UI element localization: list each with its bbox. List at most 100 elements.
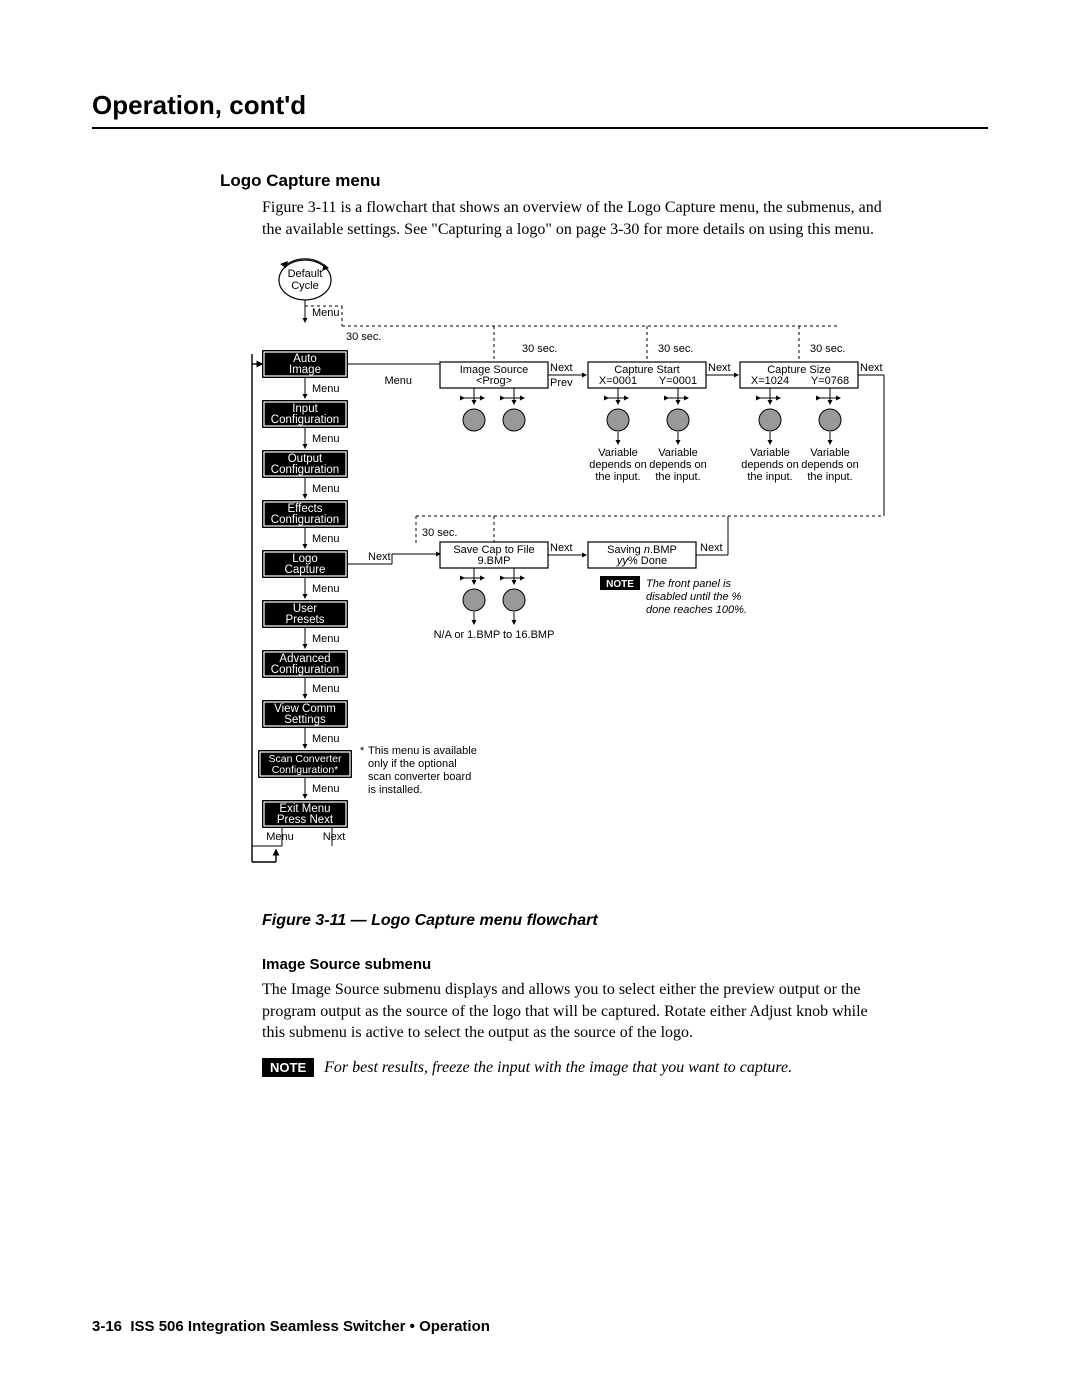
svg-text:Menu: Menu [312,533,340,545]
note-row: NOTE For best results, freeze the input … [262,1058,902,1079]
svg-text:only if the optional: only if the optional [368,758,457,770]
note-badge: NOTE [262,1058,314,1077]
default-cycle-l1: Default [288,268,323,280]
svg-text:Y=0768: Y=0768 [811,375,849,387]
svg-text:This menu is available: This menu is available [368,745,477,757]
svg-text:Capture: Capture [285,564,326,576]
menu-effects-config: Effects Configuration [262,500,348,528]
header-rule [92,127,988,129]
svg-text:*: * [360,745,365,757]
panel-note: NOTE The front panel is disabled until t… [600,576,747,616]
page-header-title: Operation, cont'd [92,90,988,121]
svg-text:<Prog>: <Prog> [476,375,512,387]
svg-text:the input.: the input. [807,471,852,483]
svg-text:Next: Next [700,542,723,554]
svg-text:30 sec.: 30 sec. [422,527,457,539]
subsection-heading: Image Source submenu [262,956,988,973]
svg-text:Image: Image [289,364,321,376]
knob-pair-1 [463,388,525,431]
svg-text:the input.: the input. [595,471,640,483]
knob-pair-3 [759,388,841,444]
svg-text:Next: Next [550,362,573,374]
svg-text:Menu: Menu [312,733,340,745]
menu-scan-converter: Scan Converter Configuration* [258,750,352,778]
svg-text:Variable: Variable [658,447,698,459]
flowchart-figure: Default Cycle Menu 30 sec. [172,254,988,894]
footer-title: ISS 506 Integration Seamless Switcher • … [130,1318,490,1335]
page-number: 3-16 [92,1318,122,1335]
sub-image-source: Image Source <Prog> [440,362,548,388]
svg-text:the input.: the input. [747,471,792,483]
menu-advanced-config: Advanced Configuration [262,650,348,678]
section-heading: Logo Capture menu [220,171,988,191]
svg-text:Configuration: Configuration [271,464,339,476]
svg-text:disabled until the %: disabled until the % [646,591,742,603]
svg-text:30 sec.: 30 sec. [810,343,845,355]
svg-text:is installed.: is installed. [368,784,422,796]
svg-text:yy% Done: yy% Done [616,555,667,567]
menu-output-config: Output Configuration [262,450,348,478]
svg-text:Menu: Menu [312,483,340,495]
menu-input-config: Input Configuration [262,400,348,428]
svg-text:Press Next: Press Next [277,814,334,826]
svg-text:depends on: depends on [589,459,647,471]
svg-text:Menu: Menu [266,831,294,843]
svg-text:The front panel is: The front panel is [646,578,731,590]
svg-text:30 sec.: 30 sec. [522,343,557,355]
svg-text:depends on: depends on [741,459,799,471]
svg-text:Next: Next [323,831,346,843]
figure-caption: Figure 3-11 — Logo Capture menu flowchar… [262,912,988,930]
svg-text:Menu: Menu [312,783,340,795]
bmp-note: N/A or 1.BMP to 16.BMP [434,629,555,641]
menu-user-presets: User Presets [262,600,348,628]
svg-text:Menu: Menu [384,375,412,387]
svg-text:depends on: depends on [649,459,707,471]
svg-text:Settings: Settings [284,714,326,726]
menu-auto-image: Auto Image [262,350,348,378]
thirty-sec-0: 30 sec. [346,331,381,343]
intro-paragraph: Figure 3-11 is a flowchart that shows an… [262,197,892,240]
star-note: * This menu is available only if the opt… [360,745,477,796]
svg-text:NOTE: NOTE [606,579,634,590]
svg-text:Menu: Menu [312,683,340,695]
svg-text:Configuration*: Configuration* [272,764,339,776]
svg-text:Menu: Menu [312,433,340,445]
svg-text:Menu: Menu [312,583,340,595]
svg-text:Next: Next [368,551,391,563]
menu-exit: Exit Menu Press Next [262,800,348,828]
svg-text:Variable: Variable [598,447,638,459]
svg-text:Configuration: Configuration [271,414,339,426]
note-text: For best results, freeze the input with … [324,1058,792,1079]
svg-text:Next: Next [550,542,573,554]
svg-text:Configuration: Configuration [271,664,339,676]
sub-capture-start: Capture Start X=0001 Y=0001 [588,362,706,388]
svg-text:9.BMP: 9.BMP [477,555,510,567]
sub-save-cap: Save Cap to File 9.BMP [440,542,548,568]
subsection-paragraph: The Image Source submenu displays and al… [262,979,892,1044]
sub-saving: Saving n.BMP yy% Done [588,542,696,568]
svg-text:Y=0001: Y=0001 [659,375,697,387]
menu-label-top: Menu [312,307,340,319]
svg-text:Variable: Variable [750,447,790,459]
page-footer: 3-16 ISS 506 Integration Seamless Switch… [92,1318,490,1335]
sub-capture-size: Capture Size X=1024 Y=0768 [740,362,858,388]
svg-text:depends on: depends on [801,459,859,471]
svg-text:X=1024: X=1024 [751,375,789,387]
svg-text:Next: Next [708,362,731,374]
svg-text:Variable: Variable [810,447,850,459]
knob-pair-2 [607,388,689,444]
svg-text:X=0001: X=0001 [599,375,637,387]
svg-text:Menu: Menu [312,383,340,395]
menu-logo-capture: Logo Capture [262,550,348,578]
svg-text:Presets: Presets [286,614,325,626]
svg-text:scan converter board: scan converter board [368,771,471,783]
svg-text:Prev: Prev [550,377,573,389]
svg-text:30 sec.: 30 sec. [658,343,693,355]
svg-text:Menu: Menu [312,633,340,645]
svg-text:Configuration: Configuration [271,514,339,526]
default-cycle-l2: Cycle [291,280,319,292]
svg-text:the input.: the input. [655,471,700,483]
knob-pair-4 [463,568,525,624]
svg-text:Next: Next [860,362,883,374]
svg-text:done reaches 100%.: done reaches 100%. [646,604,747,616]
